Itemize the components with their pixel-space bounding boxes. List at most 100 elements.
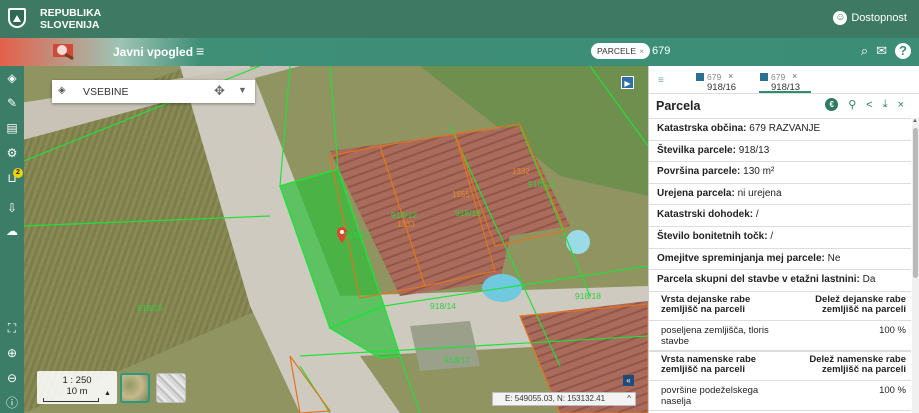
- help-icon[interactable]: ?: [895, 43, 911, 59]
- coordinates-readout: E: 549055.03, N: 153132.41 ^: [492, 392, 636, 406]
- layers-icon[interactable]: ◈: [4, 71, 20, 85]
- app-title: Javni vpogled: [113, 45, 194, 59]
- info-panel: ≡ 679 × 918/16 679 × 918/13 Parcela € ⚲ …: [648, 66, 919, 413]
- print-icon[interactable]: ▤: [4, 121, 20, 135]
- accessibility-button[interactable]: ☺ Dostopnost: [833, 11, 907, 25]
- attr-value: Ne: [827, 252, 841, 264]
- left-toolbar: ◈ ✎ ▤ ⚙ ⊔ 2 ⇩ ☁ ⛶ ⊕ ⊖ ⓘ: [0, 66, 24, 413]
- map-graphics: 918/13 918/14 918/15 918/16 918/17 918/1…: [0, 66, 648, 413]
- collapse-panel-icon[interactable]: ▶: [621, 76, 634, 89]
- zoom-out-icon[interactable]: ⊖: [4, 371, 20, 385]
- attr-label: Parcela skupni del stavbe v etažni lastn…: [657, 274, 860, 286]
- attr-value: Da: [862, 274, 876, 286]
- table-row: poseljena zemljišča, tloris stavbe 100 %: [649, 321, 911, 351]
- share-icon[interactable]: <: [866, 99, 872, 111]
- building-label: 1333: [397, 220, 415, 229]
- attr-label: Katastrska občina:: [657, 123, 747, 134]
- attr-label: Površina parcele:: [657, 166, 741, 178]
- info-icon[interactable]: ⓘ: [4, 396, 20, 410]
- locate-icon[interactable]: ⚲: [848, 98, 856, 111]
- close-tab-icon[interactable]: ×: [728, 71, 733, 81]
- chevron-down-icon[interactable]: ▼: [238, 85, 247, 95]
- search-input[interactable]: 679: [652, 45, 670, 57]
- layers-dropdown[interactable]: ◈ VSEBINE ✥ ▼: [52, 80, 255, 103]
- close-icon[interactable]: ×: [898, 99, 904, 111]
- table-cell: 100 %: [879, 324, 906, 336]
- map-canvas[interactable]: 918/13 918/14 918/15 918/16 918/17 918/1…: [0, 66, 648, 413]
- attr-row: Površina parcele: 130 m²: [649, 161, 911, 183]
- tab-line1: 679: [771, 72, 786, 82]
- table-cell: 100 %: [879, 384, 906, 396]
- parcel-label: 918/14: [430, 301, 456, 311]
- close-tab-icon[interactable]: ×: [792, 71, 797, 81]
- parcel-label: 918/17: [444, 355, 470, 365]
- export-icon[interactable]: ⤓: [883, 98, 888, 111]
- table-row: površine podeželskega naselja 100 %: [649, 381, 911, 411]
- attr-row: Parcela skupni del stavbe v etažni lastn…: [649, 269, 911, 291]
- tab-parcel-1[interactable]: 679 × 918/16: [695, 71, 747, 93]
- parcel-label: 918/12: [391, 210, 417, 220]
- overview-icon[interactable]: ⚙: [4, 146, 20, 160]
- caret-up-icon[interactable]: ▲: [104, 390, 111, 397]
- column-header: Delež namenske rabe zemljišč na parceli: [809, 353, 906, 375]
- panel-scrollbar[interactable]: ▲: [912, 118, 919, 413]
- coordinates-text: E: 549055.03, N: 153132.41: [505, 394, 606, 403]
- layers-label: VSEBINE: [83, 86, 129, 98]
- chip-close-icon[interactable]: ×: [639, 46, 644, 56]
- upload-icon[interactable]: ☁: [4, 224, 20, 238]
- tab-line2: 918/16: [707, 82, 737, 93]
- brand[interactable]: REPUBLIKA SLOVENIJA: [40, 7, 101, 31]
- attr-label: Omejitve spreminjanja mej parcele:: [657, 252, 825, 264]
- expand-icon[interactable]: «: [623, 375, 634, 386]
- feedback-icon[interactable]: ✉: [876, 43, 887, 59]
- caret-up-icon[interactable]: ^: [627, 393, 631, 405]
- building-label: 1555: [452, 190, 470, 199]
- scroll-up-icon[interactable]: ▲: [912, 118, 918, 124]
- basemap-topo-thumb[interactable]: [156, 373, 186, 403]
- column-header: Vrsta dejanske rabe zemljišč na parceli: [661, 293, 751, 315]
- move-icon[interactable]: ✥: [214, 83, 225, 99]
- zoom-in-icon[interactable]: ⊕: [4, 346, 20, 360]
- tab-line1: 679: [707, 72, 722, 82]
- tab-parcel-2[interactable]: 679 × 918/13: [759, 71, 811, 93]
- column-header: Vrsta namenske rabe zemljišč na parceli: [661, 353, 757, 375]
- attr-row: Številka parcele: 918/13: [649, 139, 911, 162]
- parcel-label: 918/18: [575, 291, 601, 301]
- tab-line2: 918/13: [771, 82, 801, 93]
- measure-icon[interactable]: ✎: [4, 96, 20, 110]
- table-header: Vrsta dejanske rabe zemljišč na parceli …: [649, 292, 911, 321]
- search-icon[interactable]: ⌕: [861, 43, 868, 59]
- tab-bar: ≡ 679 × 918/16 679 × 918/13: [649, 66, 919, 94]
- panel-title: Parcela: [656, 99, 701, 113]
- attr-row: Število bonitetnih točk: /: [649, 225, 911, 248]
- scale-bar: [43, 398, 99, 402]
- scrollbar-thumb[interactable]: [913, 128, 918, 278]
- attr-value: 679 RAZVANJE: [749, 123, 821, 134]
- accessibility-icon: ☺: [833, 11, 848, 25]
- brand-line1: REPUBLIKA: [40, 7, 102, 19]
- table-cell: poseljena zemljišča, tloris stavbe: [661, 324, 769, 347]
- stack-icon: ◈: [58, 85, 66, 96]
- attr-value: /: [770, 230, 774, 242]
- table-header: Vrsta namenske rabe zemljišč na parceli …: [649, 352, 911, 381]
- planned-use-table: Vrsta namenske rabe zemljišč na parceli …: [649, 350, 911, 411]
- download-icon[interactable]: ⇩: [4, 201, 20, 215]
- magnifier-logo-icon: [53, 44, 74, 61]
- scale-widget[interactable]: 1 : 250 10 m ▲: [37, 371, 117, 404]
- accessibility-label: Dostopnost: [851, 12, 907, 24]
- building-label: 1332: [512, 167, 530, 176]
- attr-label: Število bonitetnih točk:: [657, 230, 768, 242]
- column-header: Delež dejanske rabe zemljišč na parceli: [815, 293, 906, 315]
- fullscreen-icon[interactable]: ⛶: [4, 321, 20, 335]
- menu-icon[interactable]: ≡: [196, 43, 204, 59]
- parcel-label: 918/15: [137, 303, 163, 313]
- attr-label: Urejena parcela:: [657, 187, 735, 199]
- search-filter-chip[interactable]: PARCELE ×: [591, 43, 651, 59]
- tab-list-icon[interactable]: ≡: [658, 75, 664, 86]
- euro-icon[interactable]: €: [825, 98, 839, 111]
- attr-label: Številka parcele:: [657, 144, 736, 156]
- basemap-orthophoto-thumb[interactable]: [120, 373, 150, 403]
- parcel-icon: [696, 73, 704, 81]
- brand-line2: SLOVENIJA: [40, 19, 100, 31]
- parcel-label: 918/13: [344, 230, 370, 240]
